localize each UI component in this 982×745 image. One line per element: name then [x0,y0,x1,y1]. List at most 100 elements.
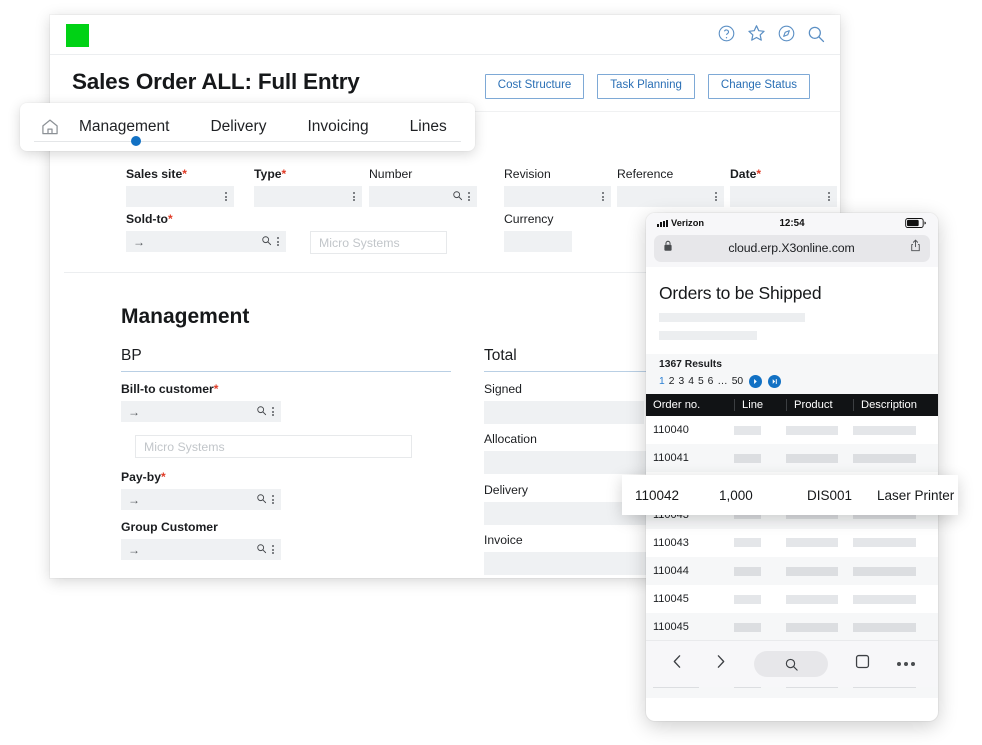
skeleton-bar [659,313,805,322]
back-icon[interactable] [669,652,686,676]
drill-arrow-icon[interactable]: → [133,235,145,249]
kebab-icon[interactable] [599,192,607,201]
table-row[interactable]: 110044 [646,556,938,586]
tabs-icon[interactable] [854,653,871,675]
page-link-1[interactable]: 1 [659,376,665,387]
sales-site-input[interactable] [126,186,234,207]
more-icon[interactable] [897,662,916,666]
table-header-row: Order no. Line Product Description [646,394,938,416]
field-currency: Currency [504,212,572,252]
mobile-page-title: Orders to be Shipped [659,283,822,303]
forward-icon[interactable] [712,652,729,676]
nav-tab-lines[interactable]: Lines [410,118,447,136]
highlight-description: Laser Printer [877,487,955,503]
kebab-icon[interactable] [712,192,720,201]
highlighted-order-row[interactable]: 110042 1,000 DIS001 Laser Printer [622,475,958,515]
page-link-50[interactable]: 50 [732,376,743,387]
next-page-icon[interactable] [749,375,763,388]
column-header-order-no[interactable]: Order no. [646,399,734,411]
table-row[interactable]: 110043 [646,529,938,557]
revision-input[interactable] [504,186,611,207]
section-title: Management [121,305,250,328]
last-page-icon[interactable] [768,375,782,388]
nav-underline [34,141,461,142]
compass-icon[interactable] [777,24,796,43]
drill-arrow-icon[interactable]: → [128,405,140,419]
group-customer-input[interactable]: → [121,539,281,560]
nav-tab-management[interactable]: Management [79,118,169,136]
search-icon[interactable] [256,491,267,509]
page-link-4[interactable]: 4 [688,376,694,387]
share-icon[interactable] [910,239,921,257]
table-row[interactable]: 110045 [646,613,938,642]
drill-arrow-icon[interactable]: → [128,543,140,557]
table-row[interactable]: 110045 [646,585,938,613]
cell-order-no: 110045 [653,593,689,606]
star-icon[interactable] [746,23,767,44]
reference-input[interactable] [617,186,724,207]
page-link-3[interactable]: 3 [678,376,684,387]
signed-input[interactable] [484,401,644,424]
drill-arrow-icon[interactable]: → [128,493,140,507]
cell-product [786,538,853,548]
field-label: Type* [254,167,287,181]
screenshot-stage: Sales Order ALL: Full Entry Cost Structu… [0,0,982,745]
search-icon[interactable] [256,541,267,559]
pay-by-input[interactable]: → [121,489,281,510]
field-affordances [712,192,720,201]
column-header-line[interactable]: Line [734,399,786,411]
bill-to-name-input[interactable]: Micro Systems [135,435,412,458]
kebab-icon[interactable] [269,545,277,554]
kebab-icon[interactable] [465,192,473,201]
column-header-product[interactable]: Product [786,399,853,411]
page-link-2[interactable]: 2 [669,376,675,387]
table-row[interactable]: 110041 [646,444,938,473]
page-link-6[interactable]: 6 [708,376,714,387]
currency-input[interactable] [504,231,572,252]
kebab-icon[interactable] [269,407,277,416]
sold-to-input[interactable]: → [126,231,286,252]
cell-line [734,425,786,435]
pagination: 1 2 3 4 5 6 … 50 [659,375,938,388]
cell-description [853,453,938,463]
number-input[interactable] [369,186,477,207]
mobile-phone-overlay: Verizon 12:54 cloud.erp.X3online.com Ord… [646,213,938,721]
kebab-icon[interactable] [350,192,358,201]
home-icon[interactable] [40,117,60,137]
search-icon[interactable] [754,651,829,677]
cell-description [853,425,938,435]
bill-to-customer-input[interactable]: → [121,401,281,422]
help-icon[interactable] [717,24,736,43]
kebab-icon[interactable] [269,495,277,504]
search-icon[interactable] [452,188,463,206]
field-affordances [350,192,358,201]
task-planning-button[interactable]: Task Planning [597,74,695,99]
field-signed: Signed [484,382,644,424]
cell-order-no: 110044 [653,565,689,578]
type-input[interactable] [254,186,362,207]
field-label: Reference [617,167,674,181]
results-count: 1367 Results [659,359,722,370]
nav-tab-delivery[interactable]: Delivery [210,118,266,136]
kebab-icon[interactable] [825,192,833,201]
cost-structure-button[interactable]: Cost Structure [484,74,585,99]
field-label: Sales site* [126,167,187,181]
search-icon[interactable] [256,403,267,421]
cell-order-no: 110043 [653,536,689,549]
search-icon[interactable] [806,24,826,44]
cell-description [853,566,938,576]
table-row[interactable]: 110040 [646,416,938,444]
address-bar[interactable]: cloud.erp.X3online.com [654,234,930,262]
kebab-icon[interactable] [274,237,282,246]
date-input[interactable] [730,186,837,207]
kebab-icon[interactable] [222,192,230,201]
field-label: Sold-to* [126,212,173,226]
change-status-button[interactable]: Change Status [707,74,810,99]
sold-to-name-input[interactable]: Micro Systems [310,231,447,254]
page-link-5[interactable]: 5 [698,376,704,387]
navigation-inner: Management Delivery Invoicing Lines [20,103,475,151]
column-header-description[interactable]: Description [853,399,938,411]
search-icon[interactable] [261,233,272,251]
field-pay-by: Pay-by* → [121,470,281,510]
nav-tab-invoicing[interactable]: Invoicing [307,118,368,136]
